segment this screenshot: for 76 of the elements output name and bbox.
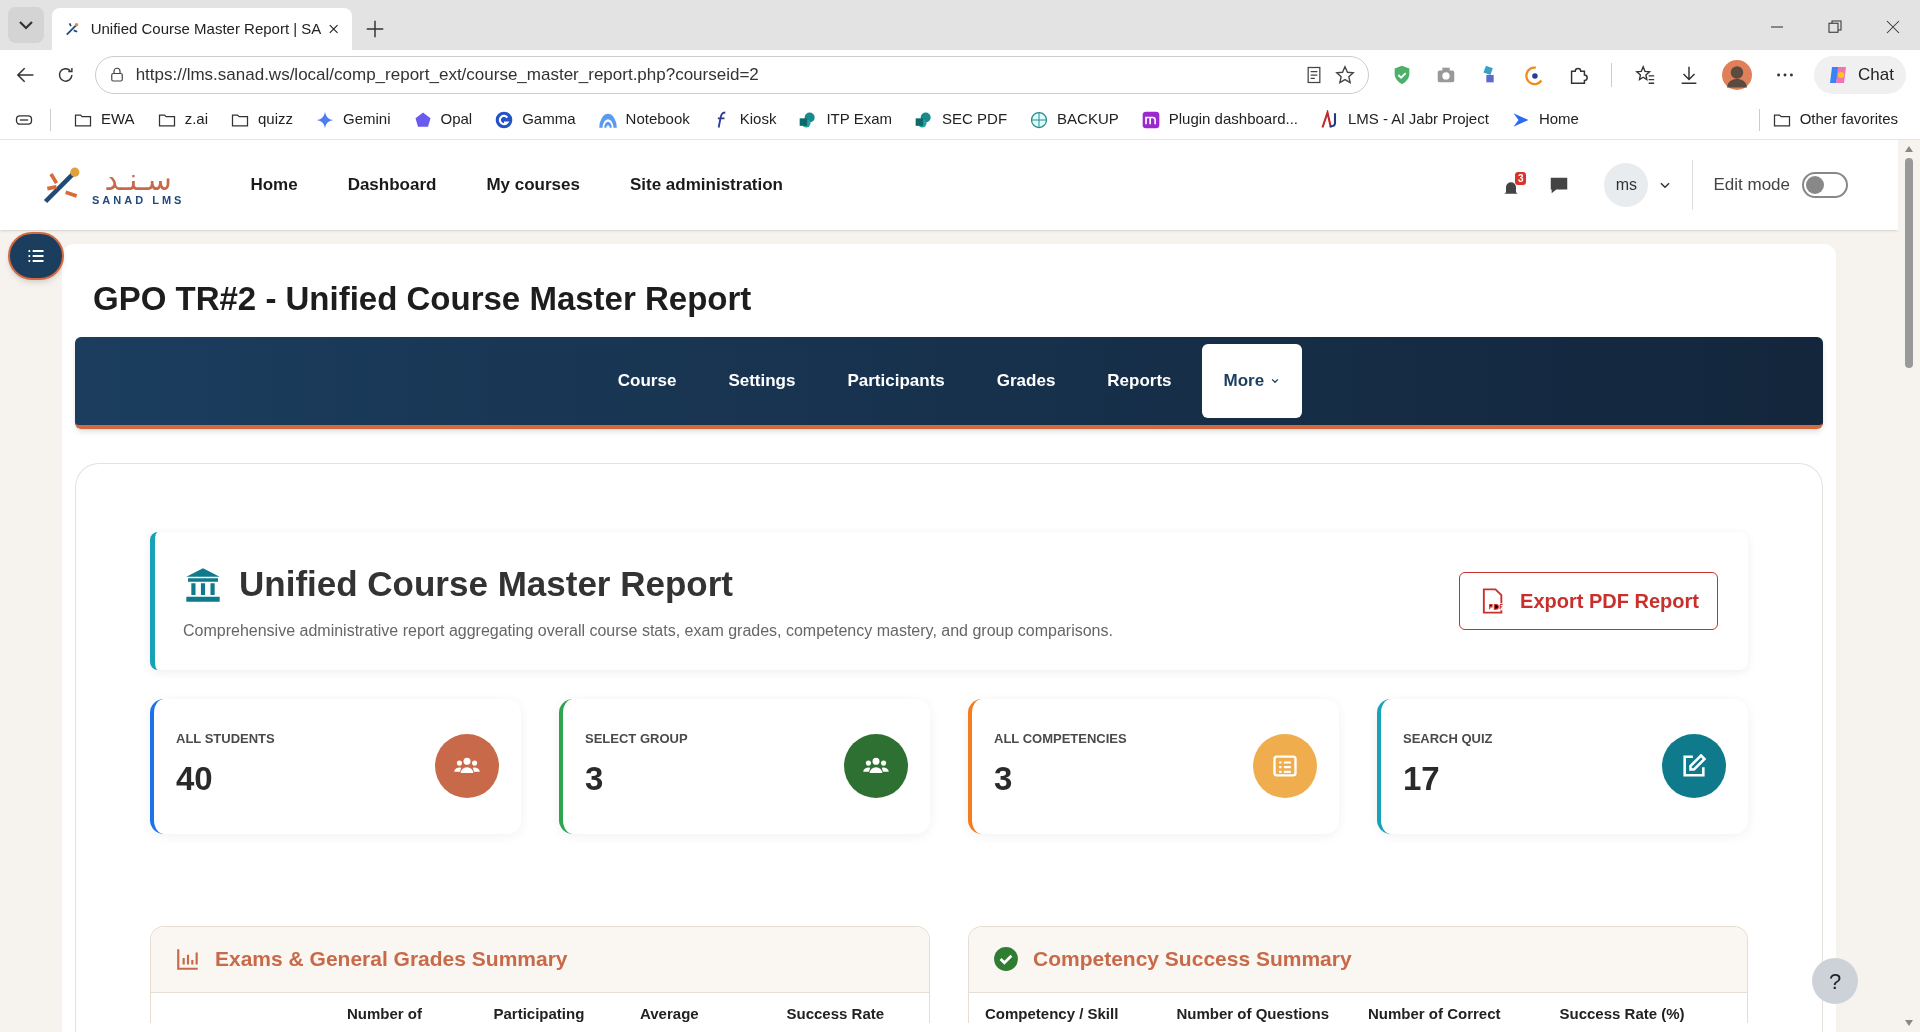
restore-icon[interactable]: [1826, 18, 1844, 36]
nav-tab[interactable]: Grades: [974, 343, 1078, 418]
check-circle-icon: [993, 946, 1019, 972]
stat-value: 40: [176, 759, 214, 799]
bookmark-link[interactable]: EWA: [73, 108, 135, 131]
favorites-icon[interactable]: [1634, 64, 1657, 86]
bookmark-link[interactable]: Notebook: [597, 108, 690, 131]
globe-icon: [1029, 109, 1050, 130]
nav-link[interactable]: Home: [250, 172, 298, 198]
report-description: Comprehensive administrative report aggregating overall course stats, exam grades, competency mastery, and group comparisons.: [183, 620, 1114, 641]
chat-label: Chat: [1858, 64, 1894, 87]
nav-tab[interactable]: Participants: [825, 343, 967, 418]
stat-value: 3: [994, 759, 1014, 799]
column-header: Average: [640, 1003, 700, 1023]
nav-tab[interactable]: Settings: [706, 343, 818, 418]
bookmark-link[interactable]: Kiosk: [711, 108, 777, 131]
bookmark-link[interactable]: BACKUP: [1029, 108, 1119, 131]
column-header: Number of Correct: [1368, 1003, 1502, 1023]
edit-mode-label: Edit mode: [1713, 174, 1790, 197]
url-text: https://lms.sanad.ws/local/comp_report_ext/course_master_report.php?courseid=2: [135, 64, 760, 87]
bar-chart-icon: [175, 946, 201, 972]
help-button[interactable]: ?: [1812, 958, 1858, 1004]
tab-list-icon[interactable]: [8, 7, 44, 43]
edit-icon: [1680, 752, 1708, 780]
bookmark-link[interactable]: ITP Exam: [798, 108, 893, 131]
card-title: Exams & General Grades Summary: [215, 946, 568, 973]
nav-tab[interactable]: More: [1201, 343, 1303, 418]
stat-value: 3: [585, 759, 605, 799]
column-header: Success Rate: [786, 1003, 886, 1023]
column-header: Success Rate (%): [1559, 1003, 1686, 1023]
avatar-icon[interactable]: [1722, 60, 1753, 90]
chat-button[interactable]: Chat: [1814, 56, 1906, 94]
favorite-star-icon[interactable]: [1334, 64, 1357, 86]
browser-tab[interactable]: Unified Course Master Report | SA: [52, 8, 352, 50]
bookmark-link[interactable]: Gamma: [494, 108, 576, 131]
nav-tab[interactable]: Reports: [1085, 343, 1194, 418]
stat-value: 17: [1403, 759, 1441, 799]
bookmark-folder[interactable]: Other favorites: [1771, 108, 1898, 131]
bookmark-link[interactable]: Home: [1510, 108, 1579, 131]
scrollbar-thumb[interactable]: [1905, 158, 1913, 368]
stat-label: ALL STUDENTS: [176, 729, 276, 748]
card-title: Competency Success Summary: [1033, 946, 1352, 973]
column-header: Participating: [493, 1003, 586, 1023]
stat-label: ALL COMPETENCIES: [994, 729, 1128, 748]
column-header: Number of: [347, 1003, 423, 1023]
nav-link[interactable]: My courses: [486, 172, 580, 198]
logo-text: SANAD LMS: [92, 194, 185, 206]
stat-label: SEARCH QUIZ: [1403, 729, 1494, 748]
bookmark-link[interactable]: z.ai: [156, 108, 208, 131]
close-icon[interactable]: [1884, 18, 1902, 36]
column-header: Number of Questions: [1176, 1003, 1330, 1023]
chevron-down-icon: [1270, 377, 1281, 384]
bookmark-link[interactable]: quizz: [229, 108, 293, 131]
bookmark-link[interactable]: SEC PDF: [914, 108, 1008, 131]
bookmark-link[interactable]: Plugin dashboard...: [1140, 108, 1298, 131]
nav-link[interactable]: Dashboard: [347, 172, 437, 198]
scroll-down-icon[interactable]: [1905, 1020, 1913, 1026]
new-tab-icon[interactable]: [364, 18, 386, 40]
bookmark-link[interactable]: Gemini: [315, 108, 391, 131]
edit-mode-toggle[interactable]: [1802, 172, 1848, 198]
page-title: GPO TR#2 - Unified Course Master Report: [93, 279, 753, 319]
column-header: Competency / Skill: [985, 1003, 1120, 1023]
stat-label: SELECT GROUP: [585, 729, 689, 748]
scroll-up-icon[interactable]: [1905, 146, 1913, 152]
logo-arabic-text: سـنـد: [104, 164, 172, 195]
bookmark-link[interactable]: LMS - Al Jabr Project: [1320, 108, 1489, 131]
report-title: Unified Course Master Report: [239, 563, 733, 606]
bookmark-link[interactable]: Opal: [412, 108, 473, 131]
export-pdf-button[interactable]: Export PDF Report: [1459, 571, 1718, 630]
nav-link[interactable]: Site administration: [629, 172, 783, 198]
m-logo-icon: [1140, 109, 1161, 130]
notification-badge: 3: [1514, 172, 1527, 185]
nav-tab[interactable]: Course: [595, 343, 699, 418]
g-logo-icon: [494, 109, 515, 130]
drawer-button[interactable]: [8, 232, 64, 280]
user-avatar[interactable]: ms: [1604, 163, 1649, 207]
